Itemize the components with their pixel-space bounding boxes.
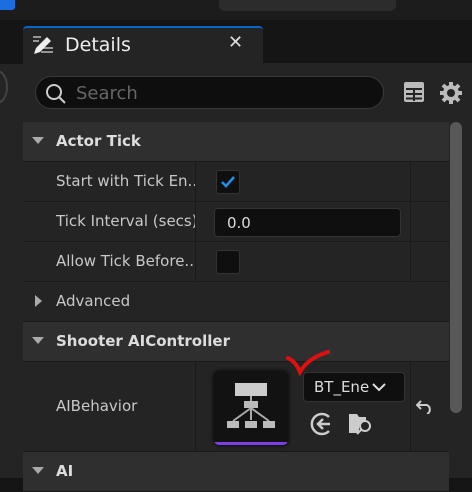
- property-start-with-tick: Start with Tick En...: [23, 162, 449, 202]
- property-label: AIBehavior: [56, 397, 138, 415]
- gear-icon[interactable]: [439, 81, 463, 105]
- chevron-down-icon: [32, 467, 44, 474]
- section-ai[interactable]: AI: [23, 452, 449, 492]
- asset-name: BT_Ene: [314, 378, 370, 396]
- play-controls[interactable]: [219, 0, 396, 11]
- top-toolbar: [0, 0, 472, 20]
- panel-title: Details: [65, 34, 131, 56]
- start-with-tick-checkbox[interactable]: [216, 170, 240, 194]
- section-label: Actor Tick: [56, 132, 141, 150]
- chevron-down-icon: [32, 137, 44, 144]
- close-icon[interactable]: ✕: [228, 32, 243, 53]
- section-label: Advanced: [56, 292, 131, 310]
- chevron-right-icon: [35, 295, 42, 307]
- search-box[interactable]: [35, 76, 384, 109]
- section-label: Shooter AIController: [56, 332, 230, 350]
- asset-type-bar: [214, 442, 288, 445]
- search-icon: [46, 84, 66, 104]
- property-allow-tick-before: Allow Tick Before...: [23, 242, 449, 282]
- chevron-down-icon: [32, 337, 44, 344]
- table-view-icon[interactable]: [403, 81, 425, 103]
- search-input[interactable]: [76, 82, 366, 104]
- details-tab[interactable]: Details ✕: [23, 26, 263, 64]
- scrollbar-thumb[interactable]: [450, 122, 462, 413]
- behavior-tree-icon: [227, 383, 275, 428]
- property-label: Start with Tick En...: [56, 172, 196, 190]
- scrollbar[interactable]: [450, 122, 462, 478]
- use-selected-icon[interactable]: [310, 412, 334, 436]
- section-shooter-aicontroller[interactable]: Shooter AIController: [23, 322, 449, 362]
- reset-to-default-icon[interactable]: [416, 400, 434, 414]
- annotation-checkmark: [286, 350, 330, 377]
- allow-tick-before-checkbox[interactable]: [216, 250, 240, 274]
- details-panel: Actor Tick Start with Tick En... Tick In…: [23, 63, 472, 492]
- property-aibehavior: AIBehavior BT_Ene: [23, 362, 449, 452]
- left-panel-edge: [0, 64, 23, 478]
- chevron-down-icon: [372, 383, 386, 392]
- property-label: Allow Tick Before...: [56, 252, 196, 270]
- tick-interval-input[interactable]: 0.0: [214, 208, 401, 237]
- asset-thumbnail[interactable]: [214, 371, 288, 445]
- browse-asset-icon[interactable]: [348, 412, 374, 436]
- section-label: AI: [56, 462, 74, 480]
- pencil-list-icon: [33, 36, 53, 54]
- toolbar-button[interactable]: [0, 0, 15, 10]
- property-tick-interval: Tick Interval (secs) 0.0: [23, 202, 449, 242]
- property-label: Tick Interval (secs): [56, 212, 196, 230]
- section-actor-tick[interactable]: Actor Tick: [23, 122, 449, 162]
- section-advanced[interactable]: Advanced: [23, 282, 449, 322]
- checkmark-icon: [221, 176, 235, 188]
